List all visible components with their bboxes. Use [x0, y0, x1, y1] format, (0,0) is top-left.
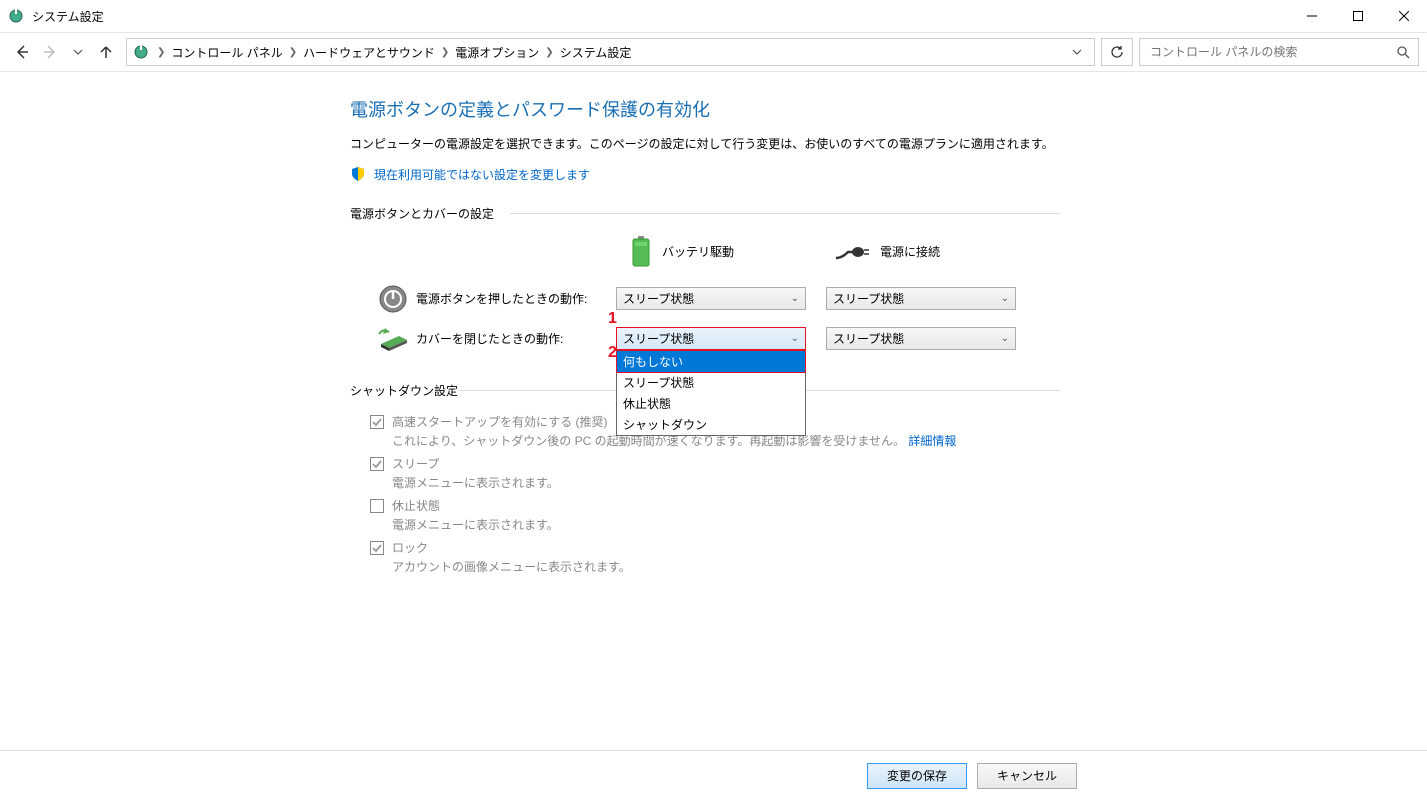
close-lid-plugged-combo[interactable]: スリープ状態 ⌄ — [826, 327, 1016, 350]
close-lid-battery-dropdown: 何もしない スリープ状態 休止状態 シャットダウン — [616, 350, 806, 436]
breadcrumb-item[interactable]: コントロール パネル — [167, 44, 286, 61]
navigation-bar: ❯ コントロール パネル ❯ ハードウェアとサウンド ❯ 電源オプション ❯ シ… — [0, 32, 1427, 72]
search-box[interactable] — [1139, 38, 1419, 66]
location-icon — [133, 44, 149, 60]
shield-icon — [350, 166, 366, 182]
annotation-1: 1 — [608, 310, 617, 328]
page-heading: 電源ボタンの定義とパスワード保護の有効化 — [350, 96, 1080, 122]
refresh-button[interactable] — [1101, 38, 1133, 66]
plugged-column-header: 電源に接続 — [834, 242, 940, 262]
dropdown-option[interactable]: 休止状態 — [617, 393, 805, 414]
title-bar: システム設定 — [0, 0, 1427, 32]
lock-row: ロック アカウントの画像メニューに表示されます。 — [370, 539, 1080, 575]
battery-column-header: バッテリ駆動 — [630, 236, 734, 268]
chevron-right-icon[interactable]: ❯ — [155, 47, 167, 58]
plugged-label: 電源に接続 — [880, 243, 940, 260]
content-area: 電源ボタンの定義とパスワード保護の有効化 コンピューターの電源設定を選択できます… — [0, 72, 1080, 575]
close-button[interactable] — [1381, 0, 1427, 32]
chevron-right-icon[interactable]: ❯ — [439, 47, 451, 58]
dropdown-option[interactable]: スリープ状態 — [617, 372, 805, 393]
window-title: システム設定 — [32, 8, 104, 25]
search-input[interactable] — [1148, 44, 1396, 60]
address-dropdown-icon[interactable] — [1064, 47, 1090, 57]
recent-button[interactable] — [64, 38, 92, 66]
sleep-title: スリープ — [392, 455, 559, 472]
sleep-checkbox[interactable] — [370, 457, 384, 471]
power-button-label: 電源ボタンを押したときの動作: — [416, 290, 616, 307]
power-button-battery-combo[interactable]: スリープ状態 ⌄ — [616, 287, 806, 310]
save-button[interactable]: 変更の保存 — [867, 763, 967, 789]
chevron-right-icon[interactable]: ❯ — [543, 47, 555, 58]
chevron-right-icon[interactable]: ❯ — [287, 47, 299, 58]
hibernate-checkbox[interactable] — [370, 499, 384, 513]
lock-checkbox[interactable] — [370, 541, 384, 555]
up-button[interactable] — [92, 38, 120, 66]
laptop-lid-icon — [377, 326, 409, 352]
power-button-plugged-combo[interactable]: スリープ状態 ⌄ — [826, 287, 1016, 310]
address-bar[interactable]: ❯ コントロール パネル ❯ ハードウェアとサウンド ❯ 電源オプション ❯ シ… — [126, 38, 1095, 66]
section-title: 電源ボタンとカバーの設定 — [350, 205, 1080, 222]
lock-title: ロック — [392, 539, 631, 556]
close-lid-battery-combo[interactable]: スリープ状態 ⌄ 何もしない スリープ状態 休止状態 シャットダウン — [616, 327, 806, 350]
back-button[interactable] — [8, 38, 36, 66]
forward-button[interactable] — [36, 38, 64, 66]
chevron-down-icon: ⌄ — [791, 293, 799, 304]
dropdown-option[interactable]: シャットダウン — [617, 414, 805, 435]
sleep-row: スリープ 電源メニューに表示されます。 — [370, 455, 1080, 491]
power-button-row: 電源ボタンを押したときの動作: スリープ状態 ⌄ スリープ状態 ⌄ — [350, 284, 1080, 314]
chevron-down-icon: ⌄ — [1001, 333, 1009, 344]
battery-icon — [630, 236, 652, 268]
fast-startup-checkbox[interactable] — [370, 415, 384, 429]
breadcrumb-item[interactable]: システム設定 — [556, 44, 636, 61]
lock-desc: アカウントの画像メニューに表示されます。 — [392, 558, 631, 575]
minimize-button[interactable] — [1289, 0, 1335, 32]
dropdown-option[interactable]: 何もしない — [616, 350, 806, 373]
footer-bar: 変更の保存 キャンセル — [0, 750, 1427, 800]
app-icon — [8, 8, 24, 24]
hibernate-desc: 電源メニューに表示されます。 — [392, 516, 559, 533]
details-link[interactable]: 詳細情報 — [908, 434, 956, 448]
battery-label: バッテリ駆動 — [662, 243, 734, 260]
search-icon[interactable] — [1396, 45, 1410, 59]
chevron-down-icon: ⌄ — [791, 333, 799, 344]
breadcrumb-item[interactable]: 電源オプション — [451, 44, 543, 61]
close-lid-row: 1 2 カバーを閉じたときの動作: スリープ状態 ⌄ 何もしない スリープ状態 … — [350, 326, 1080, 352]
power-button-icon — [378, 284, 408, 314]
hibernate-title: 休止状態 — [392, 497, 559, 514]
maximize-button[interactable] — [1335, 0, 1381, 32]
breadcrumb-item[interactable]: ハードウェアとサウンド — [299, 44, 439, 61]
column-headers: バッテリ駆動 電源に接続 — [350, 236, 1080, 268]
admin-settings-link[interactable]: 現在利用可能ではない設定を変更します — [350, 166, 1080, 183]
sleep-desc: 電源メニューに表示されます。 — [392, 474, 559, 491]
window-controls — [1289, 0, 1427, 32]
close-lid-label: カバーを閉じたときの動作: — [416, 330, 616, 347]
cancel-button[interactable]: キャンセル — [977, 763, 1077, 789]
plug-icon — [834, 242, 870, 262]
hibernate-row: 休止状態 電源メニューに表示されます。 — [370, 497, 1080, 533]
page-description: コンピューターの電源設定を選択できます。このページの設定に対して行う変更は、お使… — [350, 134, 1080, 156]
admin-link-text[interactable]: 現在利用可能ではない設定を変更します — [374, 166, 590, 183]
chevron-down-icon: ⌄ — [1001, 293, 1009, 304]
